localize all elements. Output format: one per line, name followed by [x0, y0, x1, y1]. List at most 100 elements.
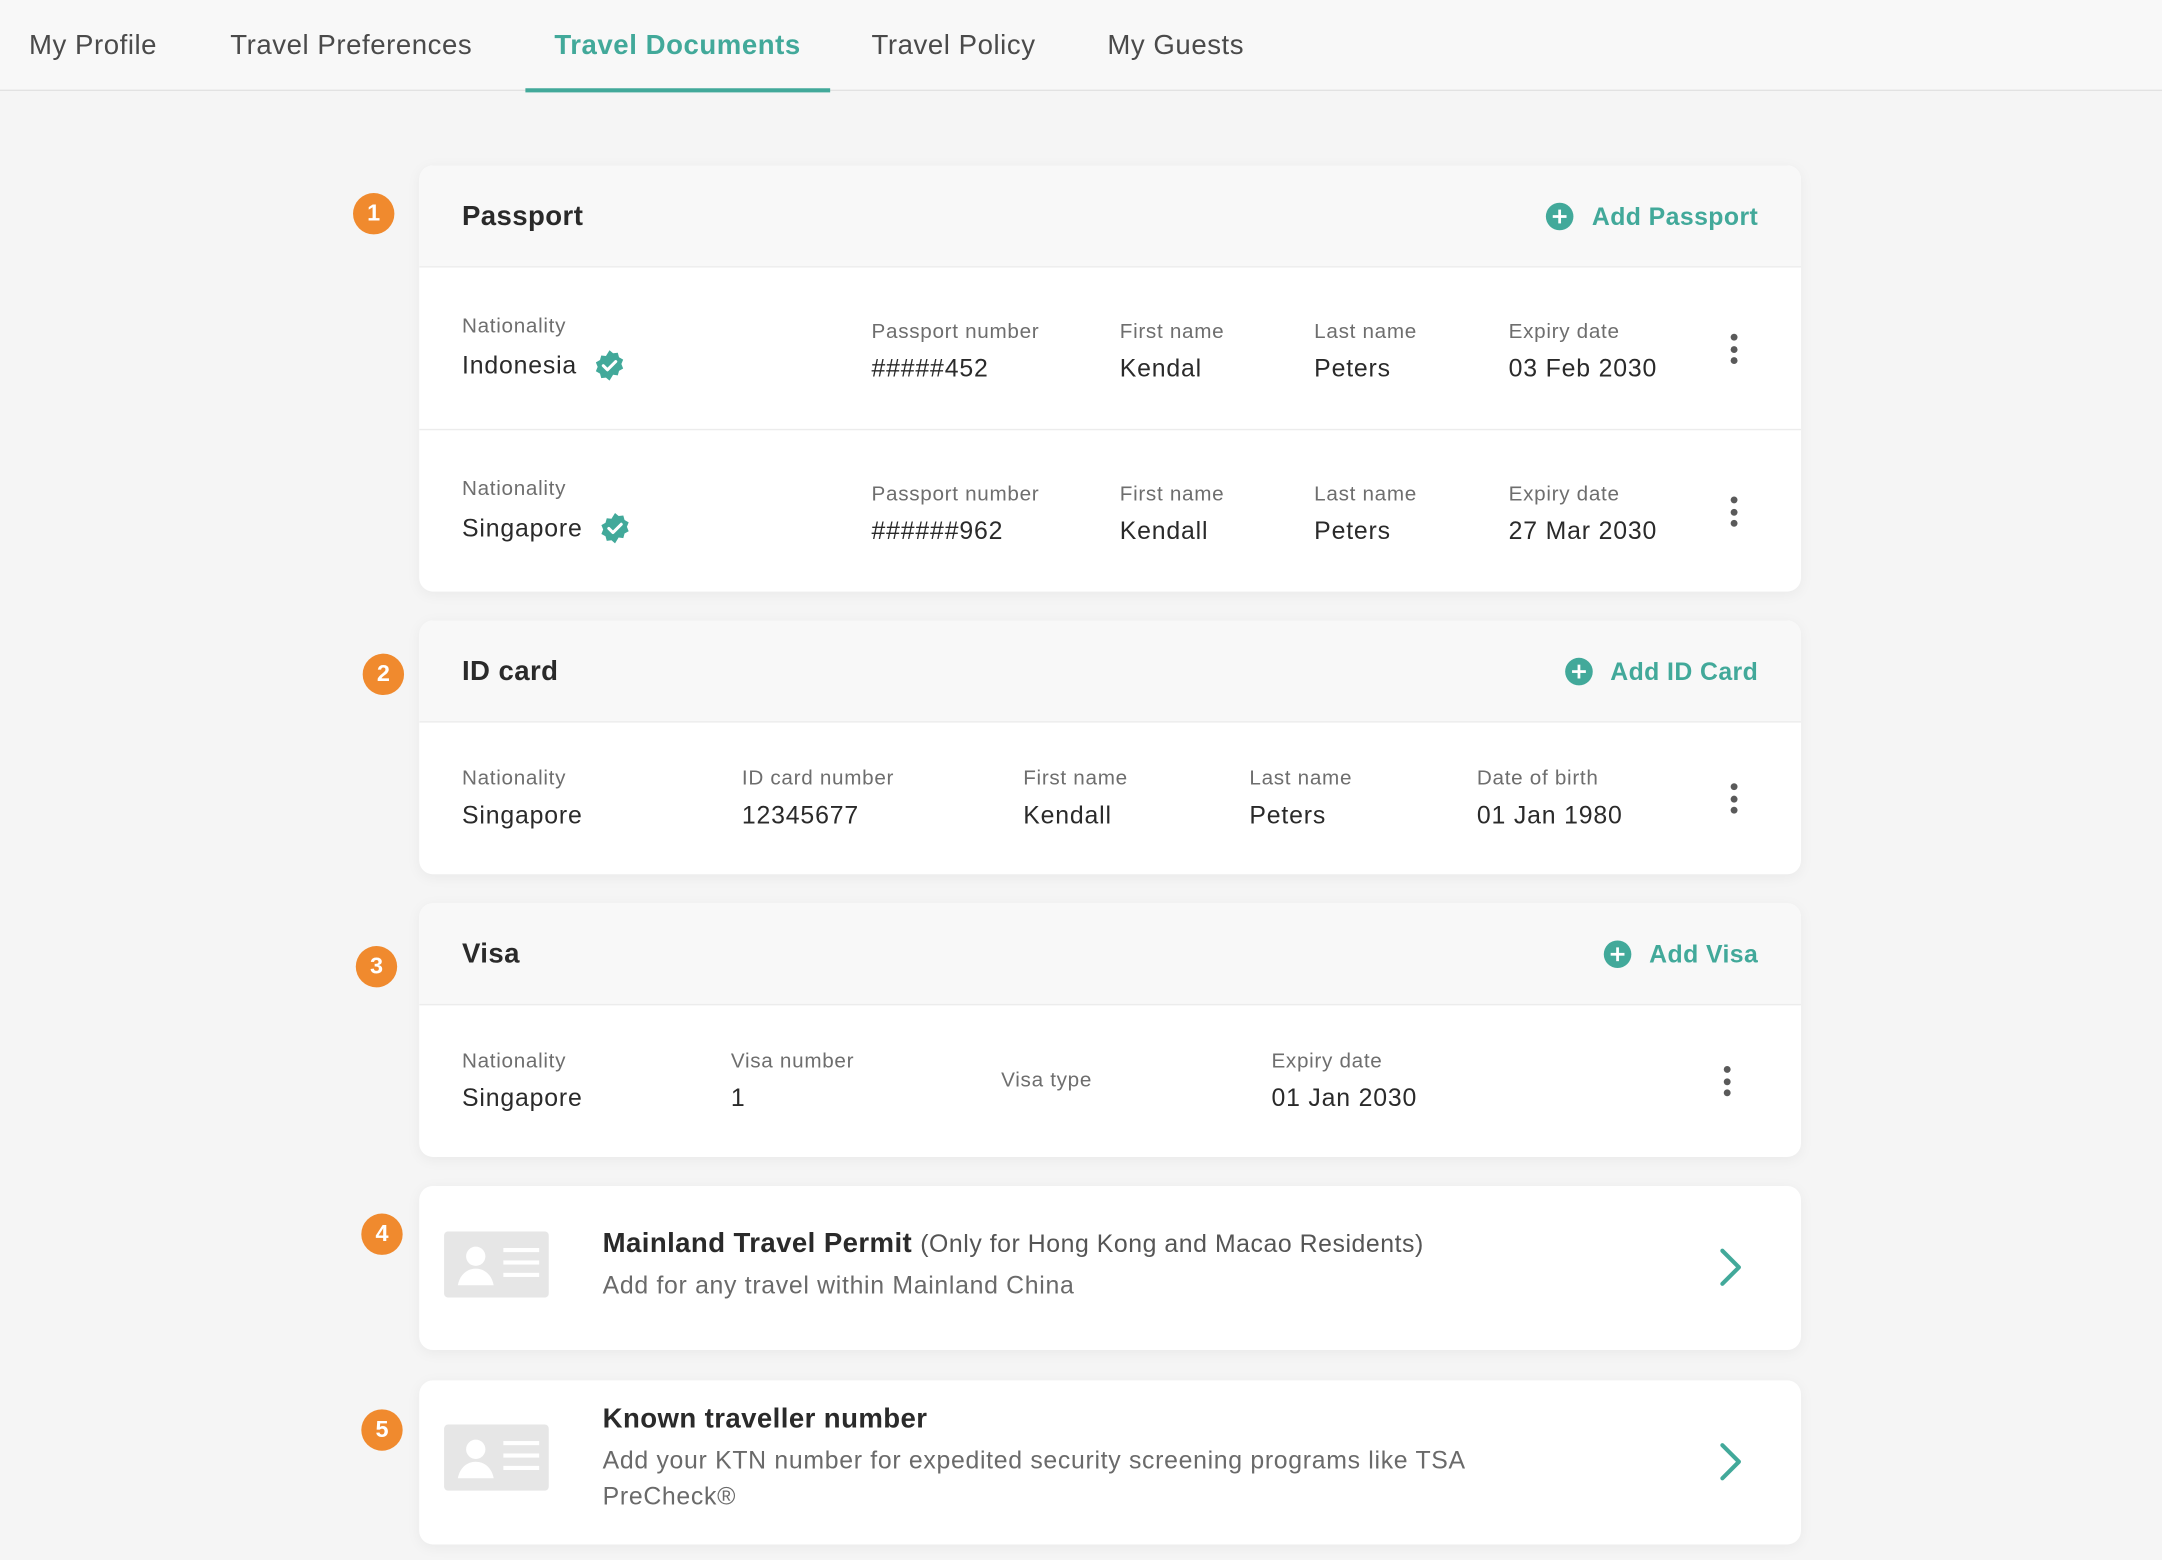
visa-card: Visa Add Visa Nationality Singapore Visa… [419, 903, 1801, 1157]
last-name-value: Peters [1249, 801, 1327, 829]
first-name-field: First name Kendall [1120, 483, 1225, 546]
date-of-birth-field: Date of birth 01 Jan 1980 [1477, 767, 1623, 830]
expiry-date-field: Expiry date 03 Feb 2030 [1509, 320, 1658, 383]
ktn-subtitle: Add your KTN number for expedited securi… [602, 1446, 1465, 1511]
plus-circle-icon [1564, 657, 1593, 686]
mainland-permit-title: Mainland Travel Permit [602, 1228, 913, 1260]
visa-card-header: Visa Add Visa [419, 903, 1801, 1006]
id-card-icon [444, 1231, 549, 1298]
visa-number-value: 1 [730, 1083, 746, 1112]
more-options-icon[interactable] [1720, 494, 1748, 530]
chevron-right-icon [1720, 1248, 1741, 1286]
id-card-number-value: 12345677 [741, 801, 859, 829]
first-name-value: Kendall [1023, 801, 1112, 829]
more-options-icon[interactable] [1713, 1063, 1741, 1099]
expiry-date-value: 27 Mar 2030 [1508, 517, 1658, 545]
tab-bar: My Profile Travel Preferences Travel Doc… [0, 0, 2162, 93]
nationality-label: Nationality [461, 766, 567, 791]
mainland-permit-note: (Only for Hong Kong and Macao Residents) [920, 1230, 1424, 1258]
date-of-birth-value: 01 Jan 1980 [1476, 801, 1623, 829]
id-card-number-label: ID card number [741, 766, 895, 791]
known-traveller-number-card[interactable]: Known traveller number Add your KTN numb… [419, 1380, 1801, 1545]
passport-card-header: Passport Add Passport [419, 165, 1801, 268]
passport-number-field: Passport number #####452 [872, 320, 1040, 383]
tab-my-profile[interactable]: My Profile [0, 0, 186, 91]
verified-badge-icon [602, 512, 630, 544]
step-marker-3: 3 [355, 945, 398, 988]
nationality-field: Nationality Indonesia [462, 314, 627, 382]
last-name-value: Peters [1314, 354, 1391, 382]
passport-number-field: Passport number ######962 [872, 483, 1040, 546]
expiry-date-label: Expiry date [1508, 482, 1620, 507]
expiry-date-label: Expiry date [1508, 319, 1620, 344]
mainland-permit-subtitle: Add for any travel within Mainland China [602, 1271, 1075, 1300]
add-id-card-label: Add ID Card [1610, 657, 1759, 685]
passport-number-label: Passport number [871, 482, 1040, 507]
last-name-field: Last name Peters [1249, 767, 1352, 830]
id-card-number-field: ID card number 12345677 [742, 767, 894, 830]
passport-number-label: Passport number [871, 319, 1040, 344]
id-card-title: ID card [461, 656, 559, 687]
passport-number-value: #####452 [871, 354, 989, 382]
nationality-label: Nationality [461, 314, 567, 338]
expiry-date-value: 03 Feb 2030 [1508, 354, 1658, 382]
tab-my-guests[interactable]: My Guests [1078, 0, 1273, 91]
last-name-field: Last name Peters [1314, 320, 1417, 383]
id-card-icon [444, 1424, 549, 1491]
last-name-label: Last name [1314, 482, 1417, 507]
first-name-field: First name Kendall [1023, 767, 1128, 830]
first-name-label: First name [1119, 482, 1225, 507]
id-card-card: ID card Add ID Card Nationality Singapor… [419, 620, 1801, 875]
add-passport-button[interactable]: Add Passport [1546, 165, 1758, 267]
step-marker-4: 4 [361, 1213, 403, 1255]
id-card-row: Nationality Singapore ID card number 123… [419, 723, 1801, 875]
visa-title: Visa [461, 939, 520, 970]
more-options-icon[interactable] [1720, 781, 1748, 817]
nationality-value: Indonesia [461, 350, 578, 379]
visa-number-field: Visa number 1 [731, 1049, 854, 1112]
expiry-date-field: Expiry date 27 Mar 2030 [1509, 483, 1657, 546]
passport-title: Passport [461, 201, 584, 232]
visa-row: Nationality Singapore Visa number 1 Visa… [419, 1005, 1801, 1157]
last-name-value: Peters [1314, 517, 1391, 545]
first-name-label: First name [1119, 319, 1225, 344]
visa-type-field: Visa type [1001, 1069, 1092, 1092]
nationality-field: Nationality Singapore [462, 767, 583, 830]
first-name-value: Kendal [1119, 354, 1203, 382]
more-options-icon[interactable] [1720, 331, 1748, 367]
expiry-date-value: 01 Jan 2030 [1271, 1083, 1418, 1112]
expiry-date-label: Expiry date [1271, 1049, 1383, 1073]
nationality-value: Singapore [461, 513, 583, 542]
plus-circle-icon [1546, 202, 1574, 231]
passport-card: Passport Add Passport Nationality Indone… [419, 165, 1801, 592]
add-visa-button[interactable]: Add Visa [1603, 903, 1759, 1005]
tab-travel-policy[interactable]: Travel Policy [843, 0, 1065, 91]
add-visa-label: Add Visa [1649, 939, 1759, 968]
last-name-label: Last name [1249, 766, 1353, 791]
first-name-value: Kendall [1119, 517, 1209, 545]
step-marker-5: 5 [361, 1409, 403, 1451]
date-of-birth-label: Date of birth [1476, 766, 1599, 791]
ktn-title: Known traveller number [602, 1403, 928, 1435]
nationality-field: Nationality Singapore [462, 477, 632, 545]
expiry-date-field: Expiry date 01 Jan 2030 [1271, 1049, 1417, 1112]
tab-travel-documents[interactable]: Travel Documents [525, 0, 830, 93]
step-marker-2: 2 [362, 653, 405, 696]
tab-travel-preferences[interactable]: Travel Preferences [201, 0, 501, 91]
first-name-label: First name [1023, 766, 1128, 791]
nationality-value: Singapore [461, 1083, 583, 1112]
last-name-field: Last name Peters [1314, 483, 1417, 546]
add-id-card-button[interactable]: Add ID Card [1564, 621, 1759, 723]
visa-number-label: Visa number [730, 1049, 855, 1073]
visa-type-label: Visa type [1001, 1068, 1093, 1093]
nationality-label: Nationality [461, 1049, 567, 1073]
first-name-field: First name Kendal [1120, 320, 1225, 383]
nationality-label: Nationality [461, 477, 567, 501]
passport-number-value: ######962 [871, 517, 1004, 545]
plus-circle-icon [1603, 940, 1632, 969]
add-passport-label: Add Passport [1591, 202, 1759, 230]
id-card-header: ID card Add ID Card [419, 620, 1801, 723]
mainland-travel-permit-card[interactable]: Mainland Travel Permit (Only for Hong Ko… [419, 1185, 1801, 1351]
passport-row: Nationality Indonesia Passport number ##… [419, 268, 1801, 431]
passport-row: Nationality Singapore Passport number ##… [419, 430, 1801, 591]
